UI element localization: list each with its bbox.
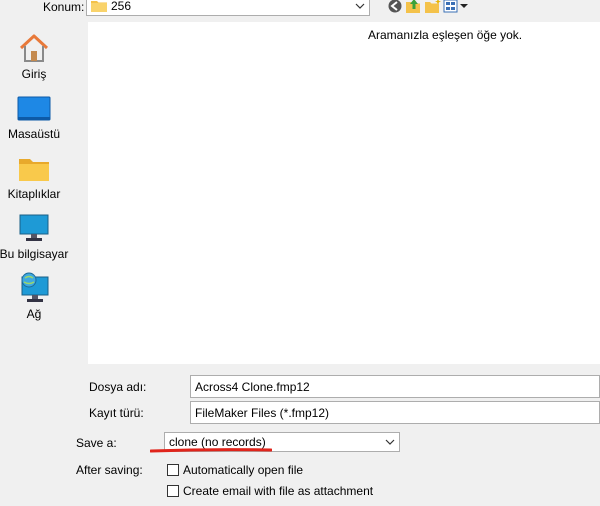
desktop-icon	[17, 96, 51, 121]
email-attachment-label: Create email with file as attachment	[183, 484, 374, 498]
this-pc-icon	[19, 214, 49, 241]
auto-open-checkbox[interactable]	[167, 464, 179, 476]
red-annotation-underline	[150, 448, 272, 453]
place-desktop[interactable]: Masaüstü	[0, 86, 68, 144]
empty-message: Aramanızla eşleşen öğe yok.	[368, 28, 523, 42]
file-type-field[interactable]: FileMaker Files (*.fmp12)	[190, 401, 600, 424]
up-folder-icon[interactable]	[405, 0, 423, 14]
place-home[interactable]: Giriş	[0, 26, 68, 84]
place-label: Masaüstü	[7, 127, 61, 141]
file-type-label: Kayıt türü:	[89, 406, 144, 420]
file-list[interactable]: Aramanızla eşleşen öğe yok.	[88, 22, 600, 364]
home-icon	[19, 34, 49, 62]
back-arrow-icon[interactable]	[387, 0, 405, 14]
file-name-field[interactable]: Across4 Clone.fmp12	[190, 375, 600, 398]
folder-icon	[91, 1, 107, 12]
location-label: Konum:	[43, 0, 85, 14]
auto-open-label: Automatically open file	[183, 463, 304, 477]
location-dropdown[interactable]: 256	[86, 0, 370, 16]
file-name-label: Dosya adı:	[89, 380, 147, 394]
place-label: Ağ	[26, 307, 42, 321]
libraries-icon	[19, 159, 49, 181]
chevron-down-icon	[385, 439, 395, 445]
location-value: 256	[111, 0, 132, 13]
place-label: Giriş	[21, 67, 47, 81]
place-label: Bu bilgisayar	[0, 247, 69, 261]
place-label: Kitaplıklar	[7, 187, 61, 201]
place-network[interactable]: Ağ	[0, 266, 68, 324]
place-libraries[interactable]: Kitaplıklar	[0, 146, 68, 204]
save-as-label: Save a:	[76, 436, 117, 450]
chevron-down-icon	[355, 3, 365, 9]
after-saving-label: After saving:	[76, 463, 143, 477]
place-this-pc[interactable]: Bu bilgisayar	[0, 206, 68, 264]
email-attachment-checkbox[interactable]	[167, 485, 179, 497]
places-bar: Giriş Masaüstü Kitaplıklar Bu bilgisayar	[0, 22, 85, 364]
new-folder-icon[interactable]	[424, 0, 442, 14]
network-icon	[21, 272, 49, 302]
view-menu-icon[interactable]	[443, 0, 469, 14]
